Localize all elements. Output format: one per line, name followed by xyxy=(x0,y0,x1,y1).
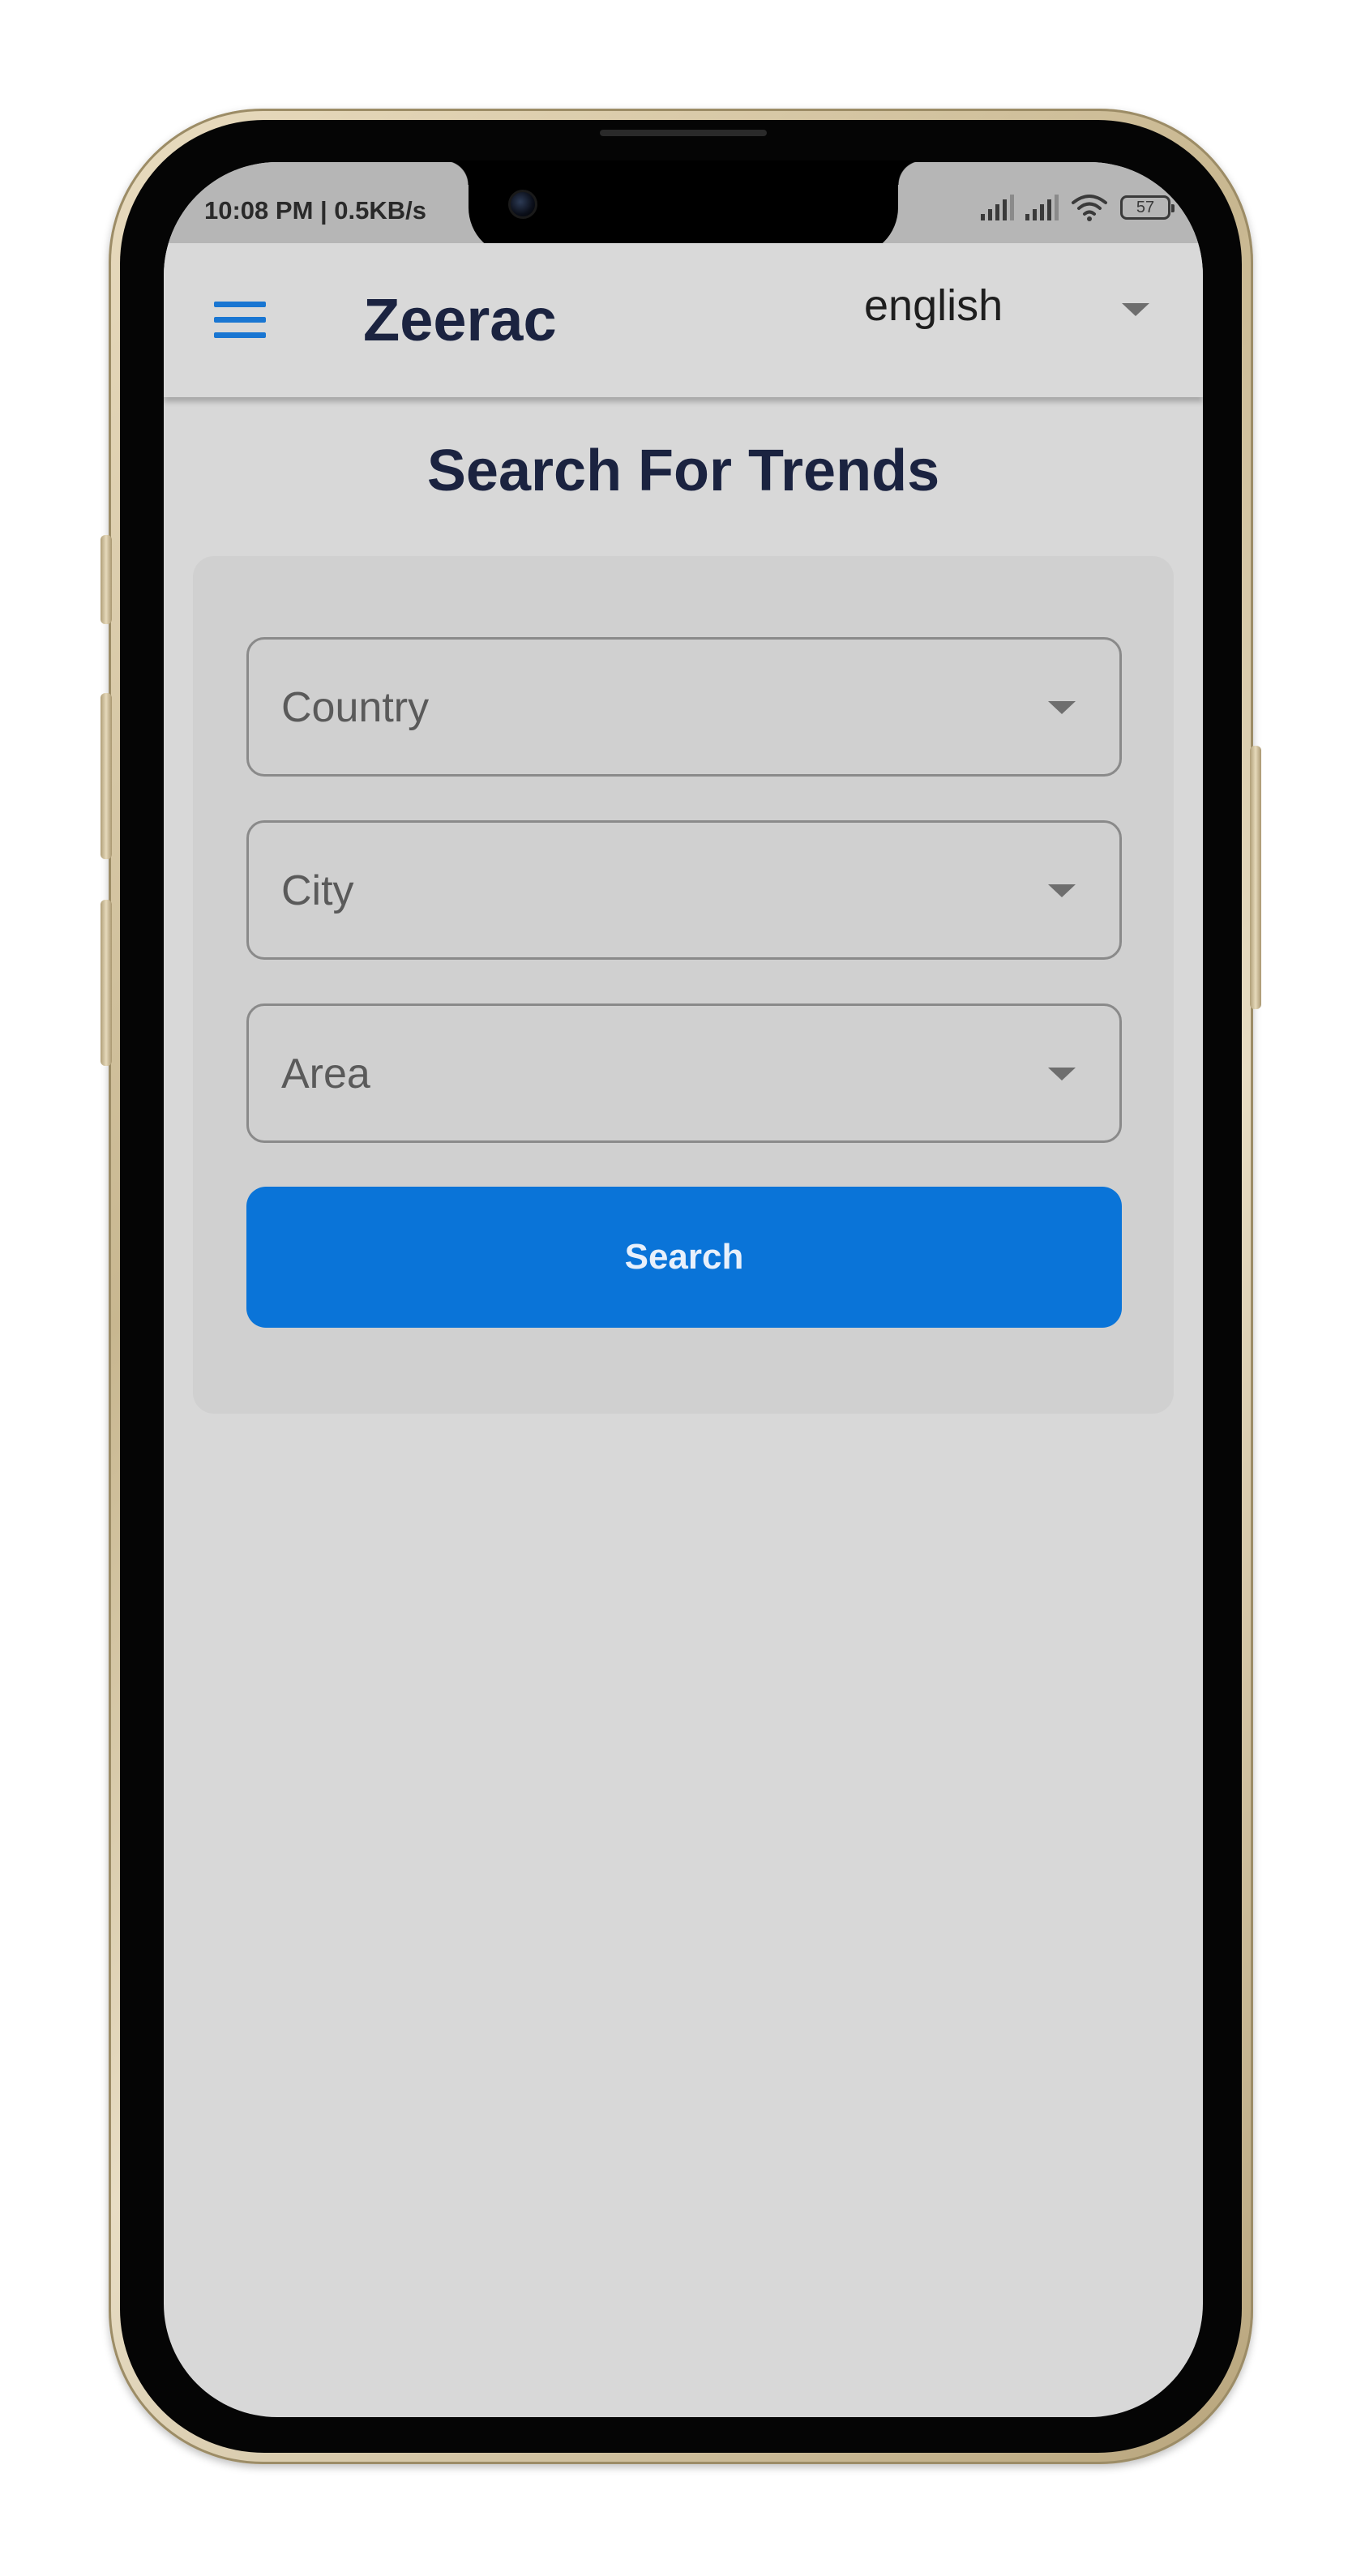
language-select[interactable]: english xyxy=(864,276,1172,340)
volume-down-button xyxy=(101,900,112,1066)
chevron-down-icon xyxy=(1048,1068,1076,1080)
app-title: Zeerac xyxy=(363,286,557,353)
page: 10:08 PM | 0.5KB/s 57 Zeerac english Sea… xyxy=(0,0,1365,2576)
power-button xyxy=(1250,746,1261,1009)
page-title: Search For Trends xyxy=(426,439,940,503)
signal-icon xyxy=(1025,195,1059,220)
battery-icon: 57 xyxy=(1120,195,1175,220)
status-icons: 57 xyxy=(981,193,1175,222)
area-label: Area xyxy=(281,1051,370,1098)
city-dropdown[interactable]: City xyxy=(246,820,1122,960)
country-dropdown[interactable]: Country xyxy=(246,637,1122,777)
city-label: City xyxy=(281,867,354,914)
menu-icon[interactable] xyxy=(214,300,266,340)
earpiece-speaker xyxy=(600,130,767,136)
app-bar: Zeerac english xyxy=(164,243,1203,397)
area-dropdown[interactable]: Area xyxy=(246,1003,1122,1143)
chevron-down-icon xyxy=(1122,303,1149,316)
mute-switch xyxy=(101,535,112,624)
search-card: Country City Area Search xyxy=(193,556,1174,1414)
camera-icon xyxy=(508,190,537,219)
signal-icon xyxy=(981,195,1014,220)
chevron-down-icon xyxy=(1048,701,1076,714)
search-button[interactable]: Search xyxy=(246,1187,1122,1328)
country-label: Country xyxy=(281,684,430,731)
wifi-icon xyxy=(1070,193,1109,222)
screen: 10:08 PM | 0.5KB/s 57 Zeerac english Sea… xyxy=(164,162,1203,2417)
language-value: english xyxy=(864,281,1003,330)
status-time: 10:08 PM | 0.5KB/s xyxy=(204,196,427,225)
chevron-down-icon xyxy=(1048,884,1076,897)
volume-up-button xyxy=(101,693,112,859)
